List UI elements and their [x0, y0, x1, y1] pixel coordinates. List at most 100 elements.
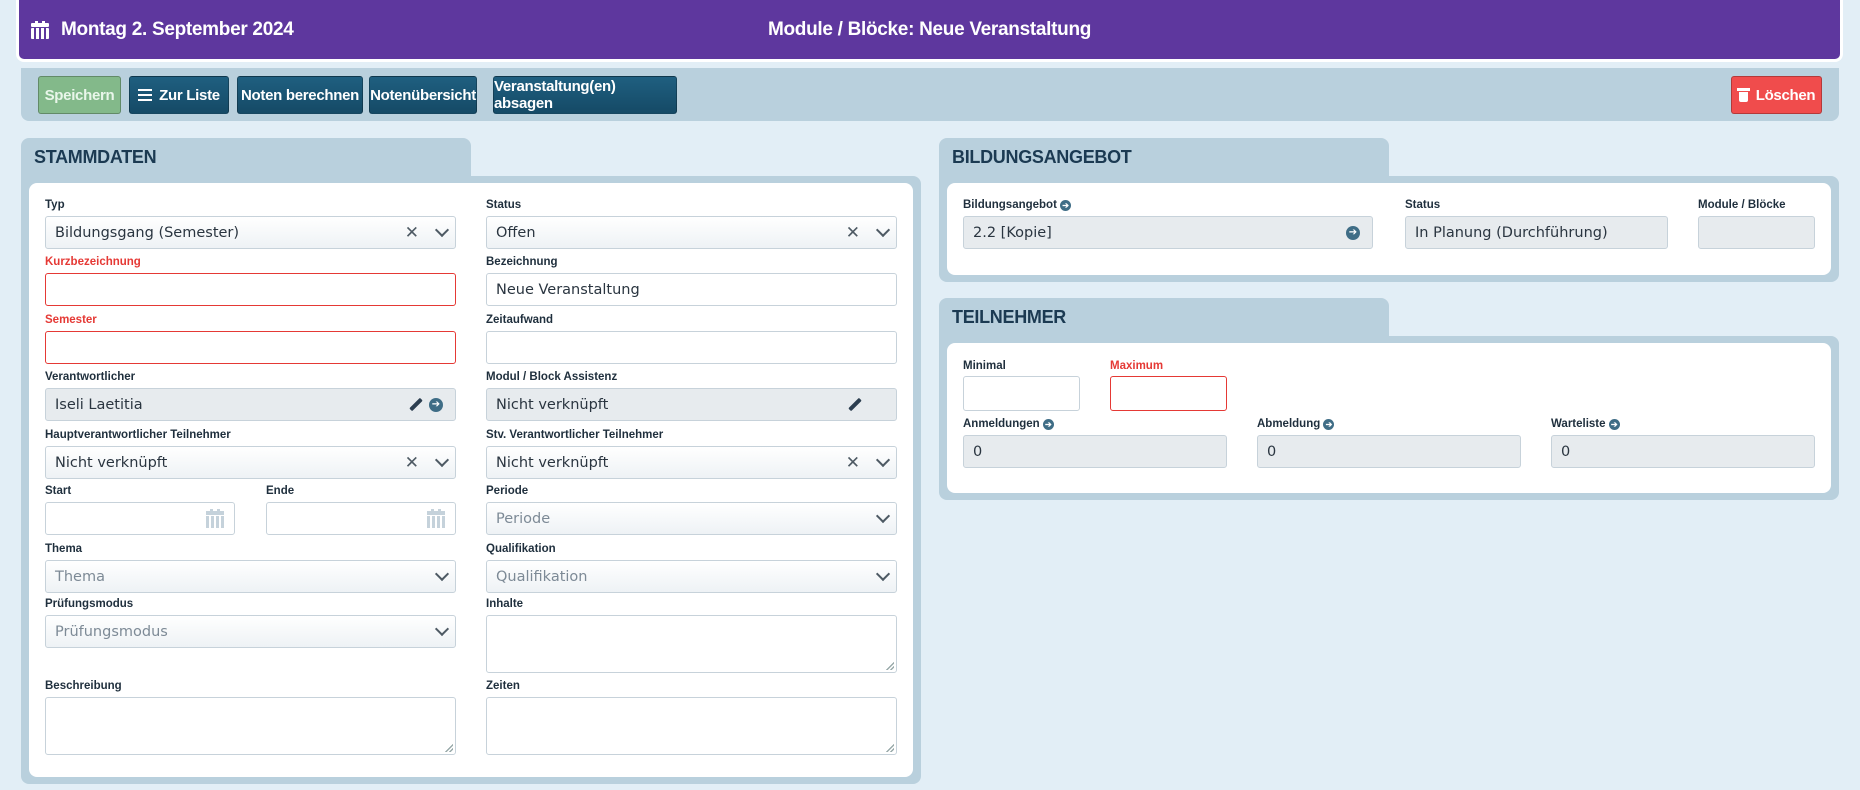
chevron-down-icon[interactable]: [434, 217, 450, 248]
teilnehmer-title: TEILNEHMER: [952, 307, 1067, 327]
arrow-circle-right-icon[interactable]: ➔: [1060, 200, 1072, 211]
bezeichnung-label: Bezeichnung: [486, 256, 558, 268]
periode-select[interactable]: Periode: [486, 502, 897, 535]
bildungsangebot-panel: Bildungsangebot ➔ 2.2 [Kopie] ➔ Status I…: [939, 176, 1839, 282]
stammdaten-title: STAMMDATEN: [34, 147, 157, 167]
minimal-input[interactable]: [963, 376, 1080, 411]
bildungsangebot-status-label: Status: [1405, 199, 1441, 211]
arrow-circle-right-icon[interactable]: ➔: [1608, 419, 1620, 430]
pruefungsmodus-label: Prüfungsmodus: [45, 598, 134, 610]
semester-input[interactable]: [45, 331, 456, 364]
calendar-icon[interactable]: [206, 503, 224, 534]
assistenz-value: Nicht verknüpft: [496, 396, 609, 413]
clear-icon[interactable]: ✕: [405, 447, 419, 478]
bildungsangebot-field[interactable]: 2.2 [Kopie] ➔: [963, 216, 1373, 249]
beschreibung-textarea[interactable]: [45, 697, 456, 755]
resize-handle-icon[interactable]: [886, 744, 894, 752]
warteliste-value: 0: [1561, 443, 1571, 460]
clear-icon[interactable]: ✕: [846, 217, 860, 248]
resize-handle-icon[interactable]: [445, 744, 453, 752]
maximum-label: Maximum: [1110, 360, 1164, 372]
calendar-icon[interactable]: [427, 503, 445, 534]
grade-overview-label: Notenübersicht: [370, 86, 476, 104]
abmeldung-field: 0: [1257, 435, 1521, 468]
header-bar: Montag 2. September 2024 Module / Blöcke…: [16, 0, 1843, 62]
chevron-down-icon[interactable]: [875, 447, 891, 478]
periode-label: Periode: [486, 485, 529, 497]
pruefungsmodus-select[interactable]: Prüfungsmodus: [45, 615, 456, 648]
bildungsangebot-value: 2.2 [Kopie]: [973, 224, 1052, 241]
chevron-down-icon[interactable]: [434, 561, 450, 592]
typ-select[interactable]: Bildungsgang (Semester) ✕: [45, 216, 456, 249]
bildungsangebot-status-field: In Planung (Durchführung): [1405, 216, 1668, 249]
qualifikation-select[interactable]: Qualifikation: [486, 560, 897, 593]
chevron-down-icon[interactable]: [875, 503, 891, 534]
bezeichnung-input[interactable]: Neue Veranstaltung: [486, 273, 897, 306]
inhalte-textarea[interactable]: [486, 615, 897, 673]
verantwortlicher-field[interactable]: Iseli Laetitia ➔: [45, 388, 456, 421]
stv-verantwortlicher-select[interactable]: Nicht verknüpft ✕: [486, 446, 897, 479]
maximum-input[interactable]: [1110, 376, 1227, 411]
warteliste-label-text: Warteliste: [1551, 418, 1606, 430]
teilnehmer-panel: Minimal Maximum Anmeldungen ➔ 0 Abmeldun…: [939, 336, 1839, 500]
hauptverantwortlicher-label: Hauptverantwortlicher Teilnehmer: [45, 429, 231, 441]
hauptverantwortlicher-select[interactable]: Nicht verknüpft ✕: [45, 446, 456, 479]
cancel-events-label: Veranstaltung(en) absagen: [494, 78, 616, 112]
chevron-down-icon[interactable]: [434, 616, 450, 647]
bezeichnung-value: Neue Veranstaltung: [496, 281, 640, 298]
qualifikation-placeholder: Qualifikation: [496, 568, 588, 585]
arrow-circle-right-icon[interactable]: ➔: [429, 389, 443, 420]
abmeldung-value: 0: [1267, 443, 1277, 460]
arrow-circle-right-icon[interactable]: ➔: [1323, 419, 1335, 430]
to-list-button-label: Zur Liste: [159, 86, 220, 104]
resize-handle-icon[interactable]: [886, 662, 894, 670]
semester-label: Semester: [45, 314, 97, 326]
zeitaufwand-input[interactable]: [486, 331, 897, 364]
trash-icon: [1736, 88, 1750, 102]
to-list-button[interactable]: Zur Liste: [129, 76, 229, 114]
warteliste-label: Warteliste ➔: [1551, 418, 1620, 430]
stv-verantwortlicher-value: Nicht verknüpft: [496, 454, 609, 471]
start-label: Start: [45, 485, 72, 497]
grade-overview-button[interactable]: Notenübersicht: [369, 76, 477, 114]
chevron-down-icon[interactable]: [875, 561, 891, 592]
verantwortlicher-label: Verantwortlicher: [45, 371, 136, 383]
end-date-input[interactable]: [266, 502, 456, 535]
bildungsangebot-title: BILDUNGSANGEBOT: [952, 147, 1132, 167]
clear-icon[interactable]: ✕: [405, 217, 419, 248]
delete-button[interactable]: Löschen: [1731, 76, 1822, 114]
clear-icon[interactable]: ✕: [846, 447, 860, 478]
typ-label: Typ: [45, 199, 65, 211]
anmeldungen-field: 0: [963, 435, 1227, 468]
typ-value: Bildungsgang (Semester): [55, 224, 240, 241]
assistenz-field[interactable]: Nicht verknüpft: [486, 388, 897, 421]
status-select[interactable]: Offen ✕: [486, 216, 897, 249]
abmeldung-label-text: Abmeldung: [1257, 418, 1321, 430]
start-date-input[interactable]: [45, 502, 235, 535]
chevron-down-icon[interactable]: [434, 447, 450, 478]
calculate-grades-button[interactable]: Noten berechnen: [237, 76, 363, 114]
module-bloecke-field: [1698, 216, 1815, 249]
bildungsangebot-label: Bildungsangebot ➔: [963, 199, 1072, 211]
pencil-icon[interactable]: [848, 389, 862, 420]
arrow-circle-right-icon[interactable]: ➔: [1346, 217, 1360, 248]
zeitaufwand-label: Zeitaufwand: [486, 314, 554, 326]
zeiten-textarea[interactable]: [486, 697, 897, 755]
bildungsangebot-status-value: In Planung (Durchführung): [1415, 224, 1608, 241]
chevron-down-icon[interactable]: [875, 217, 891, 248]
beschreibung-label: Beschreibung: [45, 680, 122, 692]
cancel-events-button[interactable]: Veranstaltung(en) absagen: [493, 76, 677, 114]
toolbar: Speichern Zur Liste Noten berechnen Note…: [21, 68, 1839, 121]
calculate-grades-label: Noten berechnen: [240, 86, 360, 104]
status-label: Status: [486, 199, 522, 211]
warteliste-field: 0: [1551, 435, 1815, 468]
thema-select[interactable]: Thema: [45, 560, 456, 593]
kurzbezeichnung-input[interactable]: [45, 273, 456, 306]
list-icon: [138, 89, 153, 101]
pencil-icon[interactable]: [409, 389, 423, 420]
teilnehmer-form: Minimal Maximum Anmeldungen ➔ 0 Abmeldun…: [947, 343, 1831, 493]
save-button[interactable]: Speichern: [38, 76, 121, 114]
arrow-circle-right-icon[interactable]: ➔: [1042, 419, 1054, 430]
stammdaten-panel: Typ Bildungsgang (Semester) ✕ Status Off…: [21, 176, 921, 784]
abmeldung-label: Abmeldung ➔: [1257, 418, 1335, 430]
